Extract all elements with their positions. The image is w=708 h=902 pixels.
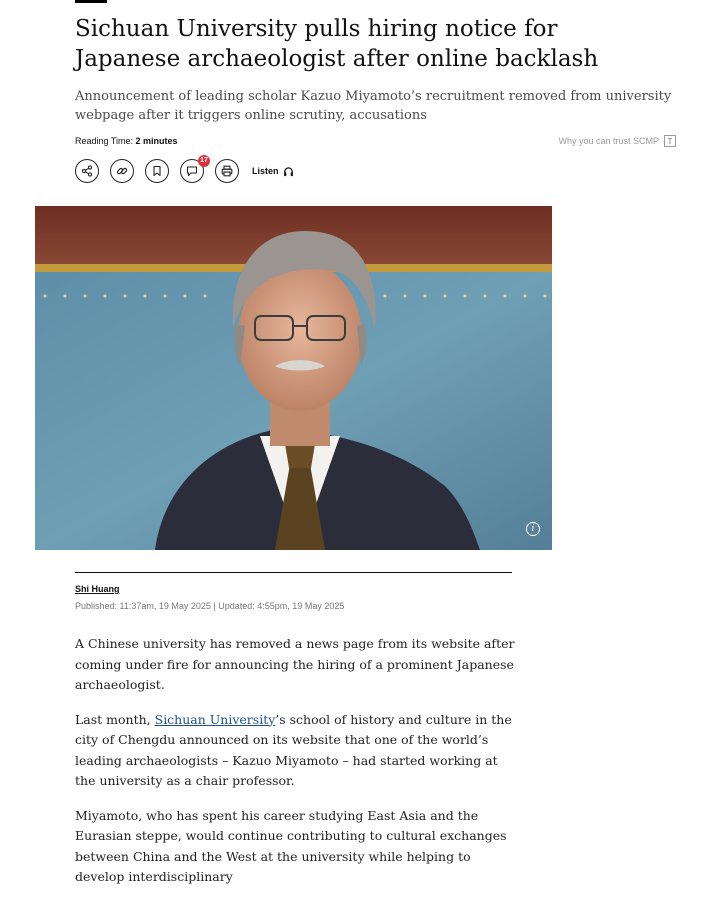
article-photo-illustration	[35, 206, 552, 550]
paragraph-2: Last month, Sichuan University’s school …	[75, 710, 515, 792]
headphones-icon	[283, 166, 293, 176]
share-icon	[81, 165, 93, 177]
trust-link[interactable]: Why you can trust SCMP T	[558, 135, 676, 147]
trust-icon: T	[664, 135, 676, 147]
reading-time: Reading Time: 2 minutes	[75, 136, 178, 146]
sichuan-university-link[interactable]: Sichuan University	[155, 712, 276, 727]
paragraph-2-start: Last month,	[75, 711, 155, 727]
top-accent-line	[75, 0, 107, 3]
comment-count-badge: 17	[198, 155, 210, 167]
publish-dates: Published: 11:37am, 19 May 2025 | Update…	[75, 601, 345, 611]
article-headline: Sichuan University pulls hiring notice f…	[75, 16, 599, 72]
reading-time-label: Reading Time:	[75, 136, 136, 146]
listen-button[interactable]: Listen	[252, 166, 294, 177]
paragraph-1: A Chinese university has removed a news …	[75, 636, 515, 692]
paragraph-3: Miyamoto, who has spent his career study…	[75, 807, 507, 885]
trust-label: Why you can trust SCMP	[558, 136, 659, 146]
link-icon	[116, 167, 128, 175]
author-link[interactable]: Shi Huang	[75, 584, 120, 594]
comments-button[interactable]: 17	[180, 155, 210, 183]
bookmark-icon	[153, 165, 161, 177]
byline-divider	[75, 572, 512, 573]
listen-label: Listen	[252, 166, 279, 176]
share-button[interactable]	[75, 159, 99, 183]
article-body: A Chinese university has removed a news …	[75, 634, 515, 902]
print-icon	[221, 165, 233, 177]
info-icon[interactable]: i	[526, 522, 540, 536]
reading-time-value: 2 minutes	[135, 136, 178, 146]
bookmark-button[interactable]	[145, 159, 169, 183]
copy-link-button[interactable]	[110, 159, 134, 183]
article-actions: 17 Listen	[75, 155, 294, 183]
comment-icon	[186, 166, 198, 177]
article-subheadline: Announcement of leading scholar Kazuo Mi…	[75, 89, 672, 123]
article-photo: i	[35, 206, 552, 550]
print-button[interactable]	[215, 159, 239, 183]
